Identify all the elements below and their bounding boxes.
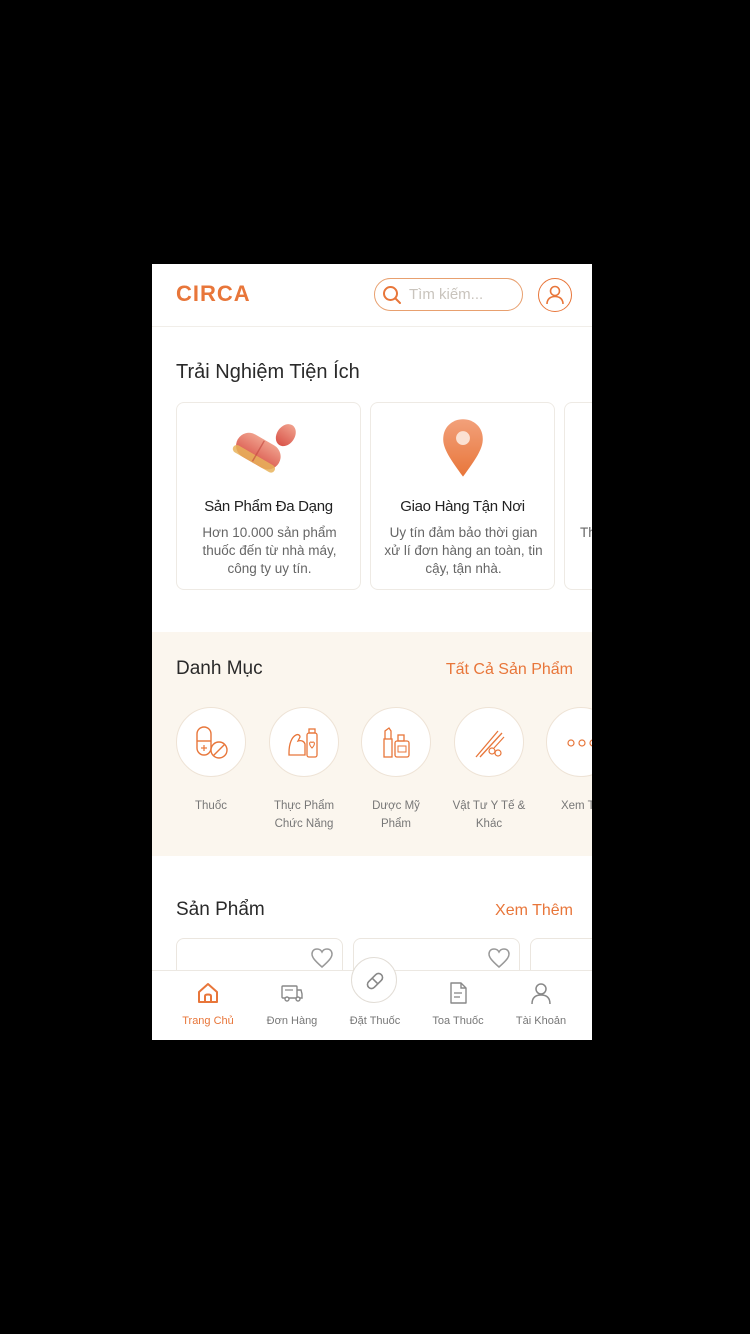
nav-label: Đơn Hàng	[266, 1015, 318, 1027]
feature-title: Giao Hàng Tận Nơi	[400, 498, 525, 515]
category-label: Thực Phẩm Chức Năng	[273, 800, 335, 830]
nav-label: Đặt Thuốc	[349, 1015, 401, 1027]
app-screen: CIRCA Trải Nghiệm Tiện Ích	[152, 264, 592, 1040]
user-icon	[546, 285, 564, 305]
category-item-supplements[interactable]: Thực Phẩm Chức Năng	[264, 707, 344, 833]
category-item-medicine[interactable]: Thuốc	[171, 707, 251, 815]
capsule-icon	[196, 726, 228, 759]
brand-logo[interactable]: CIRCA	[176, 281, 251, 307]
feature-description: Hơn 10.000 sản phẩm thuốc đến từ nhà máy…	[202, 525, 337, 576]
category-item-see-more[interactable]: Xem Th	[541, 707, 592, 815]
category-section: Danh Mục Tất Cả Sản Phẩm Thuốc Thực Phẩm…	[152, 632, 592, 856]
category-label: Vật Tư Y Tế & Khác	[452, 800, 526, 830]
feature-title: Sản Phẩm Đa Dạng	[204, 498, 333, 515]
nav-label: Toa Thuốc	[432, 1015, 484, 1027]
products-title: Sản Phẩm	[176, 899, 265, 920]
search-icon	[383, 286, 401, 304]
more-icon	[567, 739, 592, 747]
category-label: Dược Mỹ Phẩm	[372, 800, 420, 830]
pill-icon	[232, 424, 296, 473]
feature-card[interactable]: Th	[564, 402, 592, 590]
feature-card[interactable]: Giao Hàng Tận Nơi Uy tín đảm bảo thời gi…	[370, 402, 555, 590]
category-item-medical-supplies[interactable]: Vật Tư Y Tế & Khác	[449, 707, 529, 833]
nav-label: Trang Chủ	[182, 1015, 234, 1027]
account-button[interactable]	[538, 278, 572, 312]
experience-title: Trải Nghiệm Tiện Ích	[176, 361, 360, 383]
delivery-truck-icon	[281, 985, 303, 1002]
heart-icon[interactable]	[310, 947, 334, 969]
nav-home[interactable]: Trang Chủ	[166, 971, 250, 1040]
bottom-navigation: Trang Chủ Đơn Hàng Đặt Thuốc Toa Thuốc T…	[152, 957, 592, 1040]
top-bar: CIRCA	[152, 264, 592, 327]
all-products-link[interactable]: Tất Cả Sản Phẩm	[446, 661, 573, 679]
nav-orders[interactable]: Đơn Hàng	[250, 971, 334, 1040]
cosmetics-icon	[383, 727, 410, 758]
nav-prescriptions[interactable]: Toa Thuốc	[416, 971, 500, 1040]
user-icon	[531, 983, 551, 1005]
category-title: Danh Mục	[176, 658, 263, 679]
supplement-icon	[288, 728, 318, 758]
nav-account[interactable]: Tài Khoản	[499, 971, 583, 1040]
location-pin-icon	[443, 419, 483, 477]
category-label: Xem Th	[560, 800, 592, 812]
nav-order-medicine[interactable]: Đặt Thuốc	[333, 971, 417, 1040]
home-icon	[198, 983, 218, 1003]
nav-label: Tài Khoản	[515, 1015, 567, 1027]
category-item-cosmetics[interactable]: Dược Mỹ Phẩm	[356, 707, 436, 833]
search-input[interactable]	[409, 284, 517, 304]
search-box[interactable]	[374, 278, 523, 311]
heart-icon[interactable]	[487, 947, 511, 969]
category-label: Thuốc	[195, 800, 227, 812]
feature-description: Uy tín đảm bảo thời gian xử lí đơn hàng …	[384, 525, 543, 576]
feature-card[interactable]: Sản Phẩm Đa Dạng Hơn 10.000 sản phẩm thu…	[176, 402, 361, 590]
prescription-icon	[450, 982, 467, 1004]
medical-tools-icon	[475, 730, 505, 758]
feature-description: Th	[580, 525, 592, 540]
see-more-link[interactable]: Xem Thêm	[495, 902, 573, 920]
